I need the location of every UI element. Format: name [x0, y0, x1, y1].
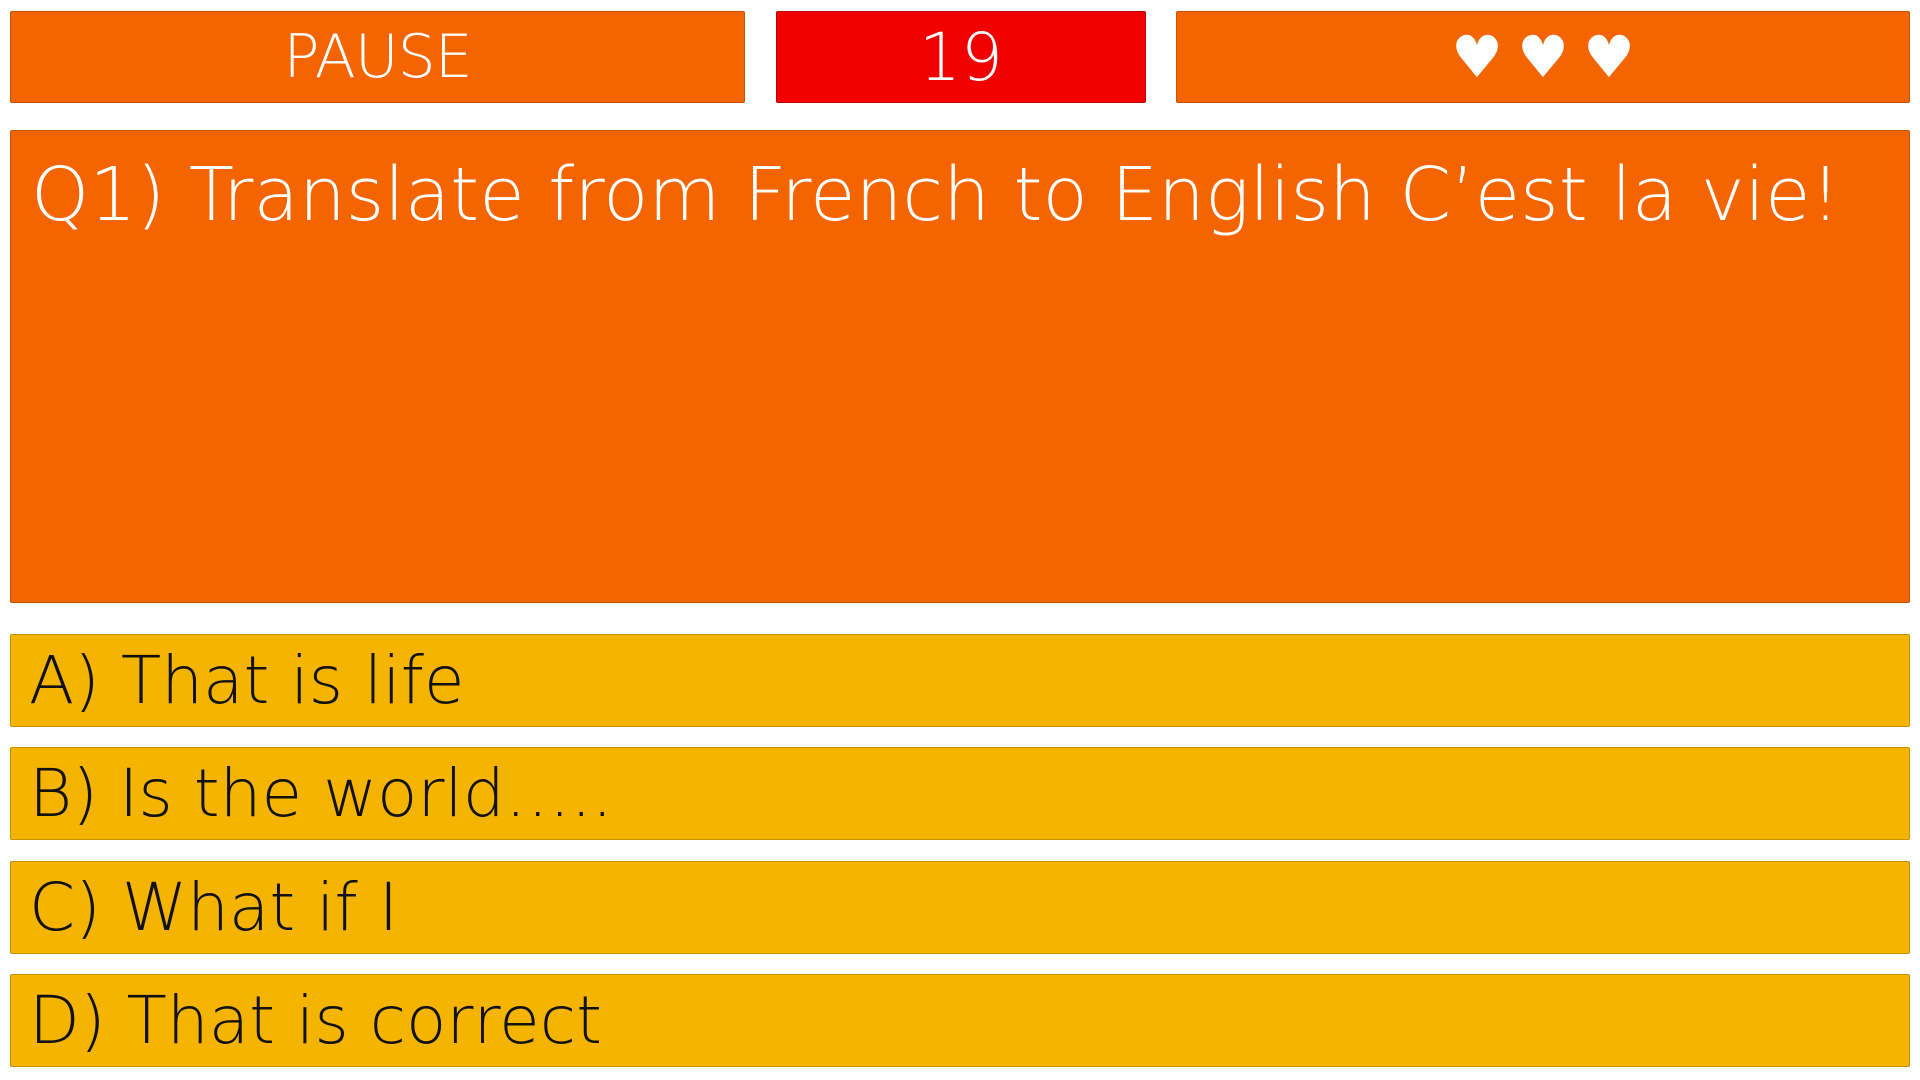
answer-label: D) That is correct — [29, 982, 602, 1059]
answer-label: A) That is life — [29, 642, 465, 719]
question-panel: Q1) Translate from French to English C’e… — [10, 130, 1910, 603]
heart-icon: ♥ — [1583, 23, 1635, 91]
heart-icon: ♥ — [1451, 23, 1503, 91]
heart-icon: ♥ — [1517, 23, 1569, 91]
answer-label: B) Is the world….. — [29, 755, 613, 832]
countdown-timer: 19 — [776, 11, 1146, 103]
lives-indicator: ♥ ♥ ♥ — [1176, 11, 1910, 103]
answer-option-d[interactable]: D) That is correct — [10, 974, 1910, 1067]
answer-option-b[interactable]: B) Is the world….. — [10, 747, 1910, 840]
answer-label: C) What if I — [29, 869, 399, 946]
question-text: Q1) Translate from French to English C’e… — [31, 152, 1841, 238]
pause-button[interactable]: PAUSE — [10, 11, 745, 103]
answer-option-c[interactable]: C) What if I — [10, 861, 1910, 954]
answer-option-a[interactable]: A) That is life — [10, 634, 1910, 727]
